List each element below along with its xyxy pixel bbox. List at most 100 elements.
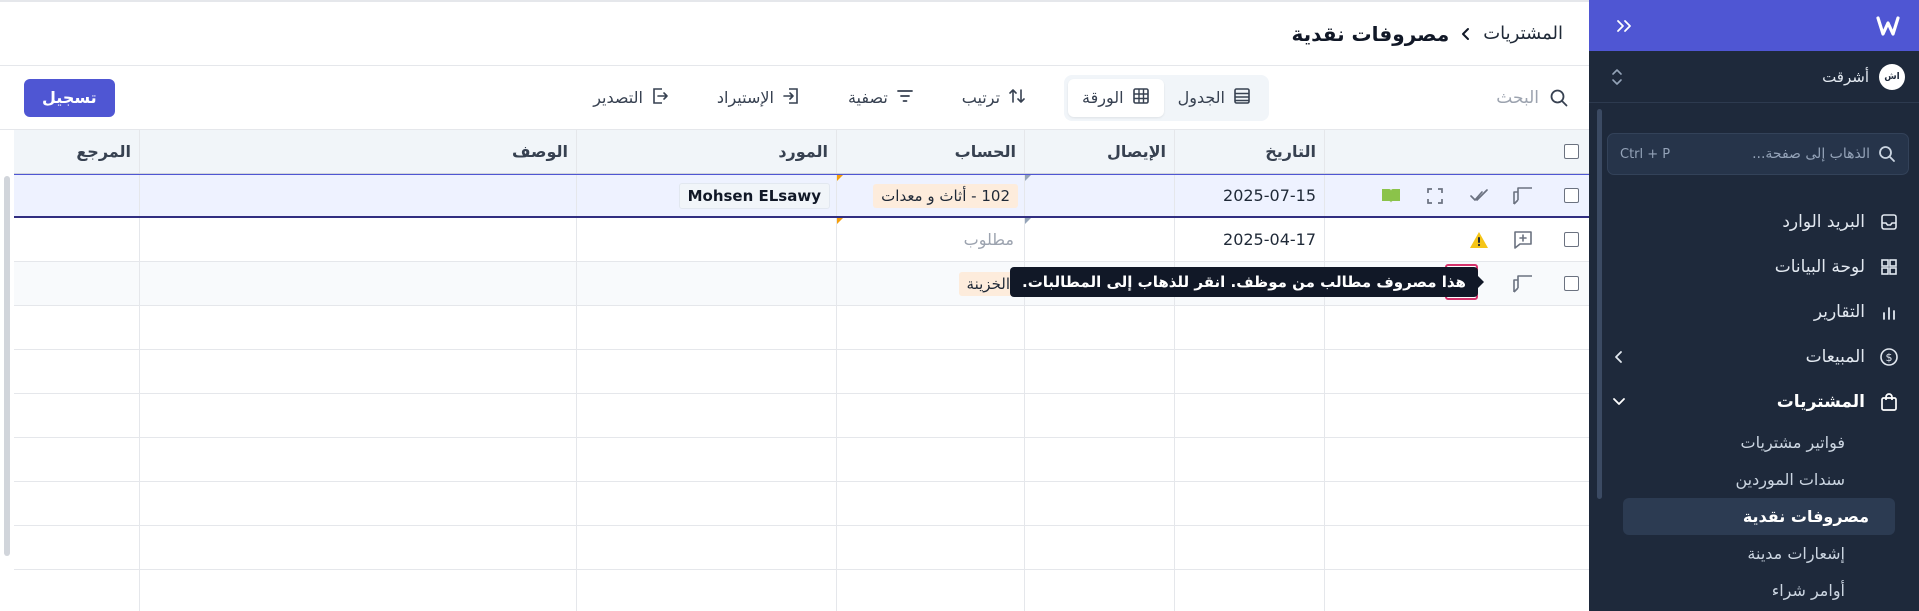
empty-cell[interactable] xyxy=(836,438,1024,481)
empty-cell[interactable] xyxy=(1174,526,1324,569)
column-header-vendor[interactable]: المورد xyxy=(576,130,836,173)
table-scrollbar[interactable] xyxy=(4,176,10,556)
empty-cell[interactable] xyxy=(1024,482,1174,525)
receipt-cell[interactable] xyxy=(1024,218,1174,261)
empty-cell[interactable] xyxy=(1174,570,1324,611)
view-sheet-button[interactable]: الورقة xyxy=(1068,78,1164,117)
empty-cell[interactable] xyxy=(576,482,836,525)
description-cell[interactable] xyxy=(139,262,576,305)
sidebar-item-sales[interactable]: $ المبيعات xyxy=(1589,334,1919,379)
empty-row[interactable] xyxy=(14,438,1589,482)
empty-row[interactable] xyxy=(14,570,1589,611)
sidebar-item-reports[interactable]: التقارير xyxy=(1589,289,1919,334)
reference-cell[interactable] xyxy=(14,218,139,261)
book-icon[interactable] xyxy=(1380,185,1402,207)
column-header-date[interactable]: التاريخ xyxy=(1174,130,1324,173)
org-switcher[interactable]: اش أشرقت xyxy=(1589,51,1919,103)
sidebar-item-dashboard[interactable]: لوحة البيانات xyxy=(1589,244,1919,289)
empty-cell[interactable] xyxy=(836,482,1024,525)
empty-cell[interactable] xyxy=(576,394,836,437)
column-header-reference[interactable]: المرجع xyxy=(14,130,139,173)
empty-cell[interactable] xyxy=(576,438,836,481)
table-row[interactable]: 2025-07-15 102 - أثاث و معدات Mohsen ELs… xyxy=(14,174,1589,218)
empty-cell[interactable] xyxy=(1024,306,1174,349)
empty-cell[interactable] xyxy=(836,526,1024,569)
receipt-cell[interactable] xyxy=(1024,175,1174,216)
export-button[interactable]: التصدير xyxy=(579,79,683,117)
empty-row[interactable] xyxy=(14,482,1589,526)
empty-cell[interactable] xyxy=(1024,570,1174,611)
empty-cell[interactable] xyxy=(1174,350,1324,393)
vendor-cell[interactable] xyxy=(576,218,836,261)
empty-cell[interactable] xyxy=(1024,394,1174,437)
breadcrumb-parent[interactable]: المشتريات xyxy=(1483,23,1563,44)
column-header-account[interactable]: الحساب xyxy=(836,130,1024,173)
row-checkbox[interactable] xyxy=(1564,188,1579,203)
search-box[interactable] xyxy=(1269,87,1569,108)
filter-button[interactable]: تصفية xyxy=(834,79,928,117)
empty-cell[interactable] xyxy=(1024,438,1174,481)
comment-icon[interactable] xyxy=(1512,185,1534,207)
add-comment-icon[interactable] xyxy=(1512,229,1534,251)
account-cell[interactable]: الخزينة xyxy=(836,262,1024,305)
empty-cell[interactable] xyxy=(836,570,1024,611)
sidebar-subitem-purchase-orders[interactable]: أوامر شراء xyxy=(1623,572,1895,609)
sidebar-item-inbox[interactable]: البريد الوارد xyxy=(1589,199,1919,244)
vendor-cell[interactable]: Mohsen ELsawy xyxy=(576,175,836,216)
description-cell[interactable] xyxy=(139,218,576,261)
app-logo-icon[interactable] xyxy=(1875,13,1901,39)
empty-cell[interactable] xyxy=(139,526,576,569)
account-cell[interactable]: مطلوب xyxy=(836,218,1024,261)
search-input[interactable] xyxy=(1299,87,1539,108)
sort-button[interactable]: ترتيب xyxy=(948,79,1040,117)
expand-icon[interactable] xyxy=(1424,185,1446,207)
empty-cell[interactable] xyxy=(576,350,836,393)
empty-cell[interactable] xyxy=(836,306,1024,349)
empty-cell[interactable] xyxy=(1174,394,1324,437)
sidebar-item-purchases[interactable]: المشتريات xyxy=(1589,379,1919,424)
empty-cell[interactable] xyxy=(1024,350,1174,393)
empty-cell[interactable] xyxy=(139,482,576,525)
empty-cell[interactable] xyxy=(576,526,836,569)
empty-cell[interactable] xyxy=(836,350,1024,393)
goto-page-search[interactable]: Ctrl + P xyxy=(1607,133,1909,175)
column-header-description[interactable]: الوصف xyxy=(139,130,576,173)
import-button[interactable]: الإستيراد xyxy=(703,79,814,117)
empty-cell[interactable] xyxy=(139,438,576,481)
empty-row[interactable] xyxy=(14,526,1589,570)
column-header-receipt[interactable]: الإيصال xyxy=(1024,130,1174,173)
comment-icon[interactable] xyxy=(1512,273,1534,295)
account-cell[interactable]: 102 - أثاث و معدات xyxy=(836,175,1024,216)
empty-cell[interactable] xyxy=(139,570,576,611)
empty-cell[interactable] xyxy=(1174,482,1324,525)
description-cell[interactable] xyxy=(139,175,576,216)
collapse-sidebar-icon[interactable] xyxy=(1611,13,1637,39)
vendor-cell[interactable] xyxy=(576,262,836,305)
empty-cell[interactable] xyxy=(139,350,576,393)
empty-cell[interactable] xyxy=(1024,526,1174,569)
sidebar-subitem-purchase-invoices[interactable]: فواتير مشتريات xyxy=(1623,424,1895,461)
empty-row[interactable] xyxy=(14,350,1589,394)
sidebar-subitem-cash-expenses[interactable]: مصروفات نقدية xyxy=(1623,498,1895,535)
reference-cell[interactable] xyxy=(14,175,139,216)
empty-cell[interactable] xyxy=(576,570,836,611)
reference-cell[interactable] xyxy=(14,262,139,305)
view-table-button[interactable]: الجدول xyxy=(1164,79,1265,117)
submit-button[interactable]: تسجيل xyxy=(24,78,115,117)
empty-cell[interactable] xyxy=(139,394,576,437)
empty-cell[interactable] xyxy=(1174,306,1324,349)
date-cell[interactable]: 2025-04-17 xyxy=(1174,218,1324,261)
empty-row[interactable] xyxy=(14,394,1589,438)
empty-cell[interactable] xyxy=(576,306,836,349)
goto-page-input[interactable] xyxy=(1670,146,1870,162)
select-all-checkbox[interactable] xyxy=(1564,144,1579,159)
sidebar-subitem-debit-notes[interactable]: إشعارات مدينة xyxy=(1623,535,1895,572)
date-cell[interactable]: 2025-07-15 xyxy=(1174,175,1324,216)
warning-icon[interactable] xyxy=(1468,229,1490,251)
double-check-icon[interactable] xyxy=(1468,185,1490,207)
row-checkbox[interactable] xyxy=(1564,276,1579,291)
empty-cell[interactable] xyxy=(139,306,576,349)
empty-cell[interactable] xyxy=(836,394,1024,437)
sidebar-subitem-vendor-payments[interactable]: سندات الموردين xyxy=(1623,461,1895,498)
row-checkbox[interactable] xyxy=(1564,232,1579,247)
